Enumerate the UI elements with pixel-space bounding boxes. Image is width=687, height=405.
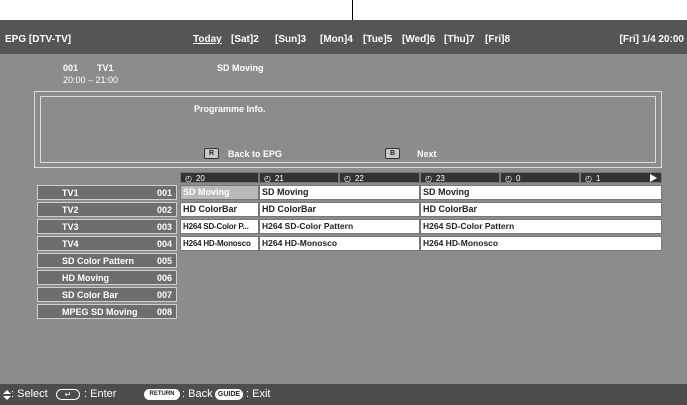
- footer-bar: : Select ↵ : Enter RETURN : Back GUIDE :…: [0, 384, 687, 405]
- programme-info-frame: Programme Info. R Back to EPG B Next: [40, 96, 656, 163]
- day-tab-mon[interactable]: [Mon]4: [320, 34, 353, 45]
- channel-number: 007: [156, 290, 172, 300]
- header-bar: EPG [DTV-TV] Today [Sat]2 [Sun]3 [Mon]4 …: [0, 20, 687, 54]
- day-tab-tue[interactable]: [Tue]5: [363, 34, 392, 45]
- programme-cell[interactable]: SD Moving: [259, 185, 420, 200]
- channel-name: TV2: [62, 205, 79, 215]
- timeline-hour: ◴ 21: [259, 172, 339, 183]
- programme-info-label: Programme Info.: [194, 104, 266, 114]
- clock-icon: ◴: [585, 174, 592, 183]
- channel-number: 008: [156, 307, 172, 317]
- channel-row-mpeg-sd-moving[interactable]: MPEG SD Moving 008: [37, 304, 177, 319]
- guide-key-icon: GUIDE: [215, 389, 243, 400]
- programme-cell[interactable]: H264 HD-Monosco: [259, 236, 420, 251]
- channel-row-tv4[interactable]: TV4 004: [37, 236, 177, 251]
- exit-hint: : Exit: [246, 388, 271, 400]
- channel-row-sd-color-bar[interactable]: SD Color Bar 007: [37, 287, 177, 302]
- channel-row-hd-moving[interactable]: HD Moving 006: [37, 270, 177, 285]
- channel-row-tv2[interactable]: TV2 002: [37, 202, 177, 217]
- timeline-hour: ◴ 23: [420, 172, 500, 183]
- channel-name: MPEG SD Moving: [62, 307, 138, 317]
- up-down-arrows-icon: [3, 390, 11, 400]
- channel-name: SD Color Bar: [62, 290, 119, 300]
- programme-title: SD Moving: [217, 63, 264, 73]
- hour-label: 1: [595, 174, 601, 183]
- channel-number: 005: [156, 256, 172, 266]
- channel-name: HD Moving: [62, 273, 109, 283]
- enter-hint: : Enter: [84, 388, 117, 400]
- channel-name: TV3: [62, 222, 79, 232]
- programme-cell[interactable]: HD ColorBar: [259, 202, 420, 217]
- programme-cell[interactable]: HD ColorBar: [420, 202, 662, 217]
- clock-icon: ◴: [505, 174, 512, 183]
- channel-number: 003: [156, 222, 172, 232]
- day-tab-today[interactable]: Today: [193, 34, 222, 45]
- hour-label: 21: [274, 174, 284, 183]
- channel-row-tv3[interactable]: TV3 003: [37, 219, 177, 234]
- epg-screen: EPG [DTV-TV] Today [Sat]2 [Sun]3 [Mon]4 …: [0, 20, 687, 405]
- hour-label: 0: [515, 174, 521, 183]
- day-tab-sat[interactable]: [Sat]2: [231, 34, 259, 45]
- programme-channel-number: 001: [63, 63, 79, 73]
- channel-name: TV1: [62, 188, 79, 198]
- channel-number: 004: [156, 239, 172, 249]
- day-tab-fri[interactable]: [Fri]8: [485, 34, 510, 45]
- channel-number: 002: [156, 205, 172, 215]
- current-datetime: [Fri] 1/4 20:00: [619, 34, 684, 45]
- clock-icon: ◴: [264, 174, 271, 183]
- channel-number: 001: [156, 188, 172, 198]
- day-tab-sun[interactable]: [Sun]3: [275, 34, 306, 45]
- hour-label: 22: [354, 174, 364, 183]
- enter-key-icon: ↵: [56, 389, 80, 400]
- programme-cell[interactable]: SD Moving: [420, 185, 662, 200]
- day-tab-wed[interactable]: [Wed]6: [402, 34, 435, 45]
- hour-label: 23: [435, 174, 445, 183]
- timeline-hour: ◴ 22: [339, 172, 420, 183]
- back-to-epg-label[interactable]: Back to EPG: [228, 149, 282, 159]
- channel-name: TV4: [62, 239, 79, 249]
- timeline-hour: ◴ 20: [180, 172, 259, 183]
- channel-row-sd-color-pattern[interactable]: SD Color Pattern 005: [37, 253, 177, 268]
- programme-info-panel: Programme Info. R Back to EPG B Next: [34, 91, 662, 168]
- next-label[interactable]: Next: [417, 149, 437, 159]
- programme-cell[interactable]: H264 SD-Color P...: [180, 219, 259, 234]
- select-hint: : Select: [11, 388, 48, 400]
- programme-time: 20:00 – 21:00: [63, 75, 119, 85]
- scroll-right-icon[interactable]: [650, 174, 657, 182]
- programme-cell[interactable]: HD ColorBar: [180, 202, 259, 217]
- channel-number: 006: [156, 273, 172, 283]
- channel-name: SD Color Pattern: [62, 256, 135, 266]
- programme-cell[interactable]: H264 HD-Monosco: [420, 236, 662, 251]
- programme-channel-name: TV1: [97, 63, 114, 73]
- red-key-icon: R: [204, 148, 219, 159]
- hour-label: 20: [195, 174, 205, 183]
- back-hint: : Back: [182, 388, 213, 400]
- programme-cell[interactable]: SD Moving: [180, 185, 259, 200]
- clock-icon: ◴: [425, 174, 432, 183]
- clock-icon: ◴: [185, 174, 192, 183]
- channel-row-tv1[interactable]: TV1 001: [37, 185, 177, 200]
- programme-cell[interactable]: H264 SD-Color Pattern: [420, 219, 662, 234]
- day-tab-thu[interactable]: [Thu]7: [444, 34, 475, 45]
- clock-icon: ◴: [344, 174, 351, 183]
- programme-cell[interactable]: H264 HD-Monosco: [180, 236, 259, 251]
- epg-title: EPG [DTV-TV]: [5, 34, 72, 45]
- return-key-icon: RETURN: [144, 389, 180, 400]
- blue-key-icon: B: [385, 148, 400, 159]
- timeline-hour: ◴ 0: [500, 172, 580, 183]
- timeline-hour: ◴ 1: [580, 172, 662, 183]
- programme-cell[interactable]: H264 SD-Color Pattern: [259, 219, 420, 234]
